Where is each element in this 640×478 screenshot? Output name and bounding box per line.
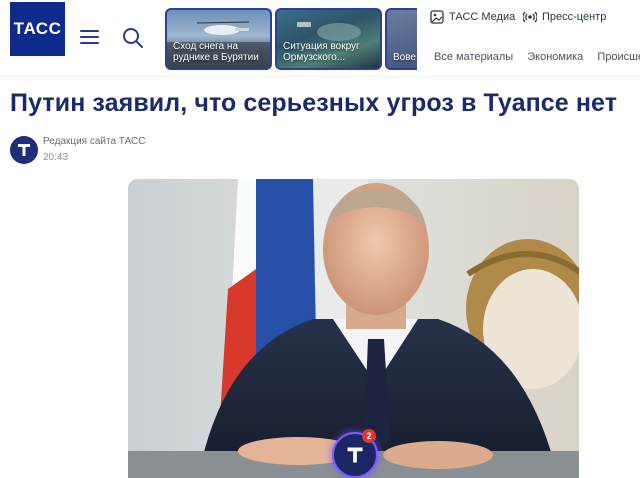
story-card[interactable]: Вове на У xyxy=(385,8,417,70)
broadcast-icon xyxy=(523,11,537,23)
press-center-label: Пресс-центр xyxy=(542,11,607,23)
nav-incidents[interactable]: Происше xyxy=(597,51,640,63)
tass-media-link[interactable]: ТАСС Медиа xyxy=(430,10,515,24)
press-center-link[interactable]: Пресс-центр xyxy=(523,10,606,24)
story-card[interactable]: Сход снега на руднике в Бурятии xyxy=(165,8,272,70)
site-header: ТАСС Сход снега на руднике в Бурятии Сит… xyxy=(0,0,640,77)
publish-time: 20:43 xyxy=(43,152,69,163)
tass-media-label: ТАСС Медиа xyxy=(449,11,516,23)
search-icon[interactable] xyxy=(122,27,144,49)
story-card-caption: Ситуация вокруг Ормузского... xyxy=(283,41,360,63)
author-avatar[interactable] xyxy=(10,136,38,164)
image-icon xyxy=(430,10,444,24)
author-name[interactable]: Редакция сайта ТАСС xyxy=(43,136,145,147)
story-card[interactable]: Ситуация вокруг Ормузского... xyxy=(275,8,382,70)
story-cards: Сход снега на руднике в Бурятии Ситуация… xyxy=(165,8,417,70)
nav-economy[interactable]: Экономика xyxy=(527,51,583,63)
nav-all-materials[interactable]: Все материалы xyxy=(434,51,513,63)
notification-badge: 2 xyxy=(362,429,376,443)
article-title: Путин заявил, что серьезных угроз в Туап… xyxy=(10,89,618,117)
menu-icon[interactable] xyxy=(80,30,99,44)
tass-t-icon xyxy=(347,447,363,463)
story-card-caption: Вове на У xyxy=(393,52,417,63)
section-nav: Все материалы Экономика Происше xyxy=(434,51,640,63)
tass-logo[interactable]: ТАСС xyxy=(10,2,65,56)
tass-t-icon xyxy=(18,144,30,156)
story-card-caption: Сход снега на руднике в Бурятии xyxy=(173,41,259,63)
